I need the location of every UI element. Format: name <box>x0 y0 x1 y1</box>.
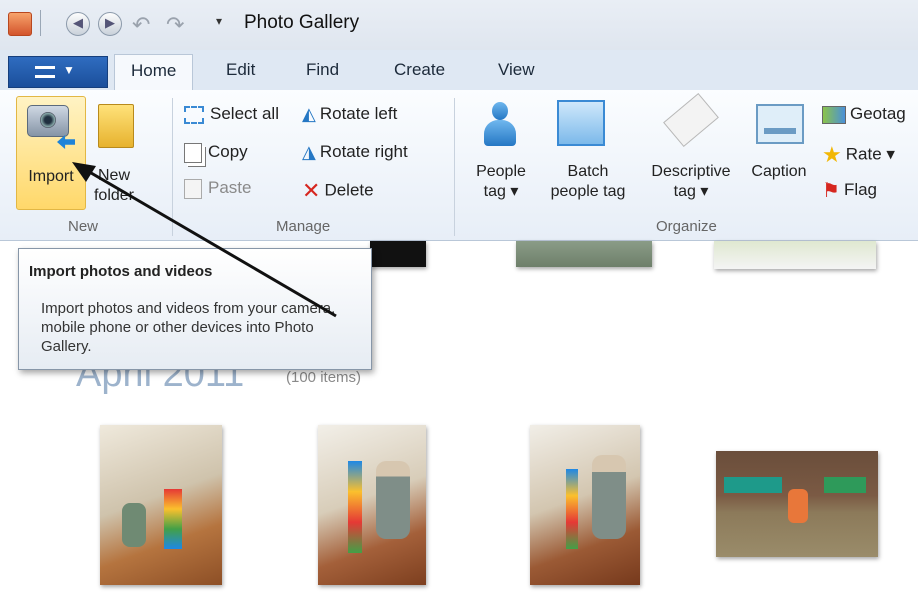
camera-icon <box>27 105 69 137</box>
rotate-left-icon: ◭ <box>302 104 316 125</box>
group-label-manage: Manage <box>276 218 331 235</box>
file-menu-button[interactable]: ▼ <box>8 56 108 88</box>
rotate-left-button[interactable]: ◭ Rotate left <box>302 104 397 125</box>
copy-icon <box>184 142 202 163</box>
select-all-label: Select all <box>210 104 279 123</box>
descriptive-tag-button[interactable]: Descriptive tag ▾ <box>640 96 742 208</box>
geotag-map-icon <box>822 105 846 124</box>
ribbon-tabs: ▼ Home Edit Find Create View <box>0 50 918 90</box>
batch-people-tag-button[interactable]: Batch people tag <box>538 96 638 208</box>
copy-button[interactable]: Copy <box>184 142 248 163</box>
batch-label-2: people tag <box>550 183 626 200</box>
title-bar: ◀ ▶ ↶ ↷ ▾ Photo Gallery <box>0 0 918 51</box>
chevron-down-icon: ▼ <box>63 63 75 77</box>
delete-button[interactable]: ✕ Delete <box>302 178 374 204</box>
paste-button[interactable]: Paste <box>184 178 251 199</box>
rate-button[interactable]: ★ Rate ▾ <box>822 142 895 168</box>
tooltip-body: Import photos and videos from your camer… <box>41 300 336 355</box>
photo-thumbnail[interactable] <box>370 241 426 267</box>
import-button[interactable]: Import <box>16 96 86 210</box>
new-folder-label-2: folder <box>93 187 135 204</box>
group-label-organize: Organize <box>656 218 717 235</box>
delete-x-icon: ✕ <box>302 178 321 203</box>
rate-label: Rate ▾ <box>845 144 895 164</box>
geotag-button[interactable]: Geotag <box>822 104 906 124</box>
people-tag-label-2: tag ▾ <box>483 183 519 200</box>
tab-edit[interactable]: Edit <box>226 60 255 80</box>
person-icon <box>480 102 520 152</box>
customize-quick-access-button[interactable]: ▾ <box>216 14 222 28</box>
toy-tower <box>348 461 362 553</box>
rotate-left-label: Rotate left <box>319 104 398 123</box>
new-folder-label-1: New <box>97 167 130 184</box>
select-all-button[interactable]: Select all <box>184 104 279 124</box>
photo-thumbnail[interactable] <box>100 425 222 585</box>
title-separator <box>40 10 41 36</box>
people-tag-button[interactable]: People tag ▾ <box>464 96 538 208</box>
photo-gallery-app-icon[interactable] <box>8 12 32 36</box>
child-figure <box>788 489 808 523</box>
delete-label: Delete <box>324 180 374 200</box>
photo-thumbnail[interactable] <box>516 241 652 267</box>
ribbon: Import New folder New Select all Copy Pa… <box>0 90 918 241</box>
sign-panel <box>824 477 866 493</box>
caption-button[interactable]: Caption <box>742 96 816 180</box>
menu-lines-icon <box>35 66 55 78</box>
rotate-right-label: Rotate right <box>319 142 408 161</box>
descriptive-label-1: Descriptive <box>651 163 731 180</box>
group-label-new: New <box>68 218 99 235</box>
star-icon: ★ <box>822 142 842 167</box>
geotag-label: Geotag <box>850 104 906 123</box>
window-title: Photo Gallery <box>244 12 360 33</box>
undo-icon[interactable]: ↶ <box>132 12 150 38</box>
copy-label: Copy <box>208 142 248 161</box>
flag-label: Flag <box>843 179 878 199</box>
batch-label-1: Batch <box>567 163 609 180</box>
group-separator <box>454 98 455 236</box>
toy-tower <box>566 469 578 549</box>
rotate-right-icon: ◮ <box>302 142 316 163</box>
child-figure <box>376 461 410 539</box>
tab-home[interactable]: Home <box>114 54 194 90</box>
forward-icon[interactable]: ▶ <box>98 12 122 36</box>
import-arrow-icon <box>57 135 75 149</box>
select-all-icon <box>184 105 204 124</box>
tab-create[interactable]: Create <box>394 60 445 80</box>
child-figure <box>592 455 626 539</box>
people-tag-label-1: People <box>476 163 526 180</box>
rotate-right-button[interactable]: ◮ Rotate right <box>302 142 408 163</box>
folder-icon <box>98 104 134 148</box>
back-icon[interactable]: ◀ <box>66 12 90 36</box>
tab-find[interactable]: Find <box>306 60 339 80</box>
month-item-count: (100 items) <box>286 369 362 386</box>
paste-label: Paste <box>208 178 252 197</box>
caption-label: Caption <box>751 163 807 180</box>
child-figure <box>122 503 146 547</box>
tab-view[interactable]: View <box>498 60 535 80</box>
photo-thumbnail[interactable] <box>714 241 876 269</box>
flag-button[interactable]: ⚑ Flag <box>822 178 877 203</box>
flag-icon: ⚑ <box>822 180 840 202</box>
toy-stack <box>164 489 182 549</box>
photo-thumbnail[interactable] <box>530 425 640 585</box>
new-folder-button[interactable]: New folder <box>86 96 142 208</box>
group-separator <box>172 98 173 236</box>
sign-panel <box>724 477 782 493</box>
photo-thumbnail[interactable] <box>716 451 878 557</box>
photo-thumbnail[interactable] <box>318 425 426 585</box>
import-tooltip: Import photos and videos Import photos a… <box>18 248 372 370</box>
paste-icon <box>184 178 202 199</box>
tooltip-title: Import photos and videos <box>29 263 213 280</box>
redo-icon[interactable]: ↷ <box>166 12 184 38</box>
descriptive-label-2: tag ▾ <box>673 183 709 200</box>
import-label: Import <box>28 168 74 185</box>
